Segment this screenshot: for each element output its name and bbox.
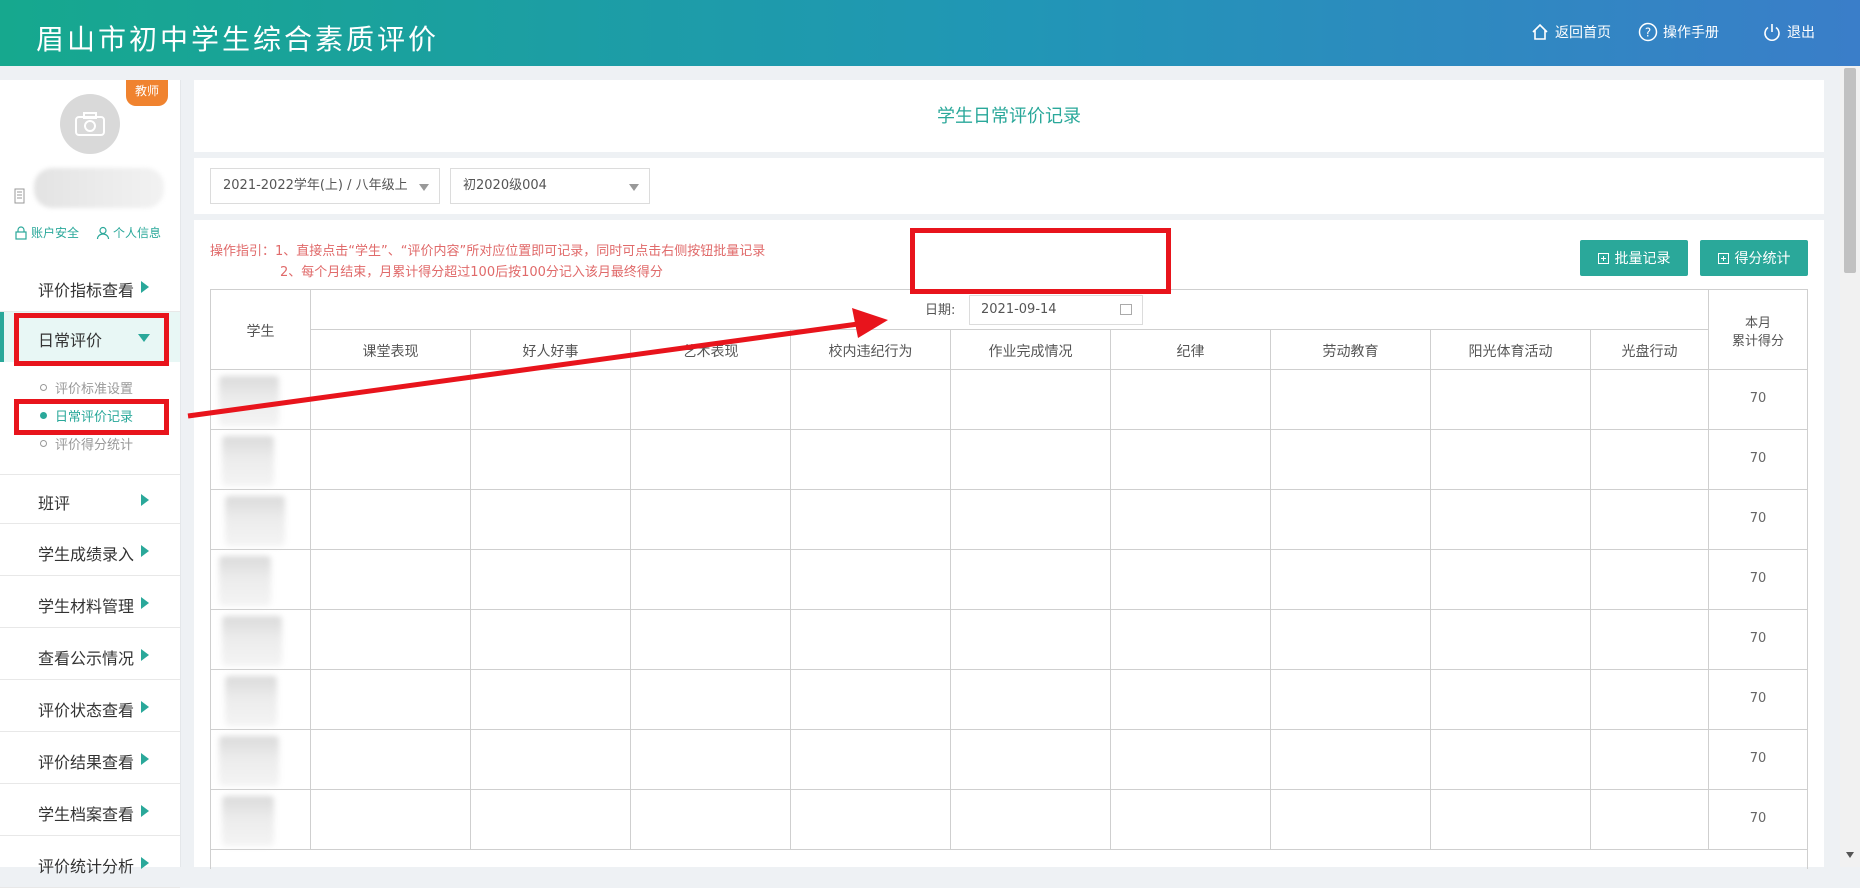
scroll-down-arrow-icon[interactable] (1846, 852, 1854, 858)
scrollbar-thumb[interactable] (1844, 68, 1856, 273)
page-scrollbar[interactable] (1840, 66, 1860, 867)
annotation-arrow (187, 308, 888, 419)
